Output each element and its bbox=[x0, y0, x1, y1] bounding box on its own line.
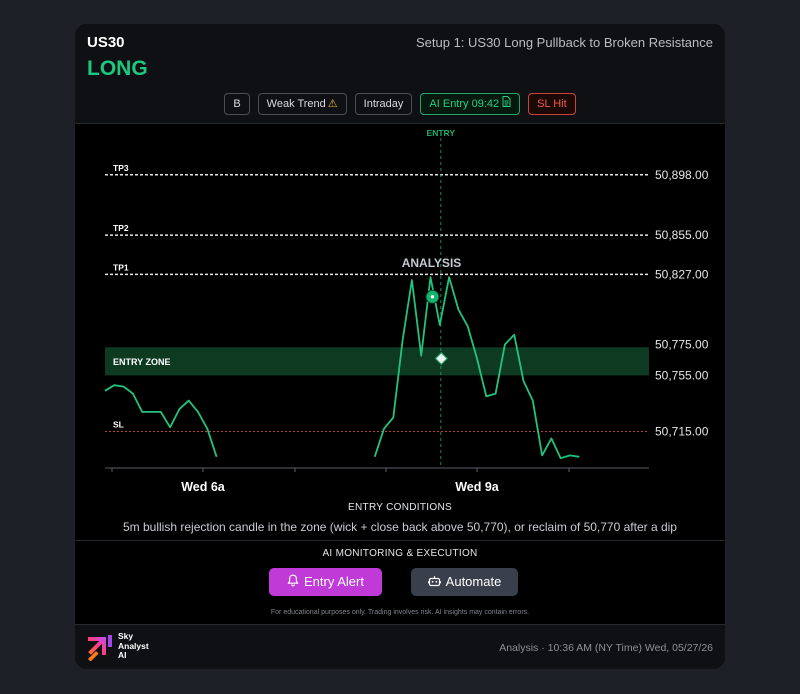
setup-title: Setup 1: US30 Long Pullback to Broken Re… bbox=[415, 35, 713, 50]
sl-hit-badge-label: SL Hit bbox=[537, 98, 567, 110]
timeframe-badge-label: Intraday bbox=[363, 98, 404, 110]
entry-zone-label: ENTRY ZONE bbox=[113, 357, 171, 367]
card-footer: Sky Analyst AI Analysis · 10:36 AM (NY T… bbox=[75, 625, 725, 669]
analysis-marker-dot bbox=[430, 295, 435, 299]
bell-icon bbox=[287, 569, 299, 597]
entry-alert-label: Entry Alert bbox=[304, 574, 364, 589]
document-icon bbox=[502, 96, 511, 110]
sl-price-label: 50,715.00 bbox=[655, 425, 709, 439]
entry-alert-button[interactable]: Entry Alert bbox=[269, 568, 382, 596]
tp1-price-label: 50,827.00 bbox=[655, 267, 709, 281]
trend-badge: Weak Trend ⚠ bbox=[257, 93, 347, 115]
disclaimer: For educational purposes only. Trading i… bbox=[270, 609, 530, 616]
warning-icon: ⚠ bbox=[327, 98, 338, 110]
direction-label: LONG bbox=[87, 57, 148, 80]
analysis-timestamp: Analysis · 10:36 AM (NY Time) Wed, 05/27… bbox=[499, 642, 713, 654]
entry-conditions-text: 5m bullish rejection candle in the zone … bbox=[123, 520, 677, 534]
timeframe-badge: Intraday bbox=[354, 93, 413, 115]
entry-marker-label: ENTRY bbox=[427, 128, 456, 138]
tp1-label: TP1 bbox=[113, 262, 129, 272]
automate-label: Automate bbox=[445, 574, 502, 589]
tp3-label: TP3 bbox=[113, 163, 129, 173]
sl-hit-badge: SL Hit bbox=[528, 93, 576, 115]
logo-line-3: AI bbox=[118, 650, 127, 660]
entry-conditions-title: ENTRY CONDITIONS bbox=[348, 502, 452, 513]
trend-badge-label: Weak Trend bbox=[266, 98, 326, 110]
zone_bottom-price-label: 50,755.00 bbox=[655, 368, 709, 382]
setup-card: US30 Setup 1: US30 Long Pullback to Brok… bbox=[75, 24, 725, 669]
logo-text: Sky Analyst AI bbox=[118, 631, 149, 661]
section-divider bbox=[75, 540, 725, 541]
sky-analyst-logo-icon bbox=[86, 633, 114, 662]
zone_top-price-label: 50,775.00 bbox=[655, 337, 709, 351]
badge-row: B Weak Trend ⚠ Intraday AI Entry 09:42 SL… bbox=[75, 93, 725, 115]
action-buttons: Entry Alert Automate bbox=[75, 568, 725, 596]
symbol-label: US30 bbox=[87, 34, 125, 51]
ai-entry-badge-label: AI Entry 09:42 bbox=[429, 98, 500, 110]
automate-button[interactable]: Automate bbox=[411, 568, 518, 596]
card-header: US30 Setup 1: US30 Long Pullback to Brok… bbox=[75, 24, 725, 124]
price-chart[interactable]: ENTRY ZONE TP3 50,898.00 TP2 50,855.00 TP1 50,… bbox=[75, 124, 725, 504]
analysis-marker-label: ANALYSIS bbox=[402, 256, 462, 270]
tp2-label: TP2 bbox=[113, 223, 129, 233]
x-tick-label-1: Wed 6a bbox=[181, 480, 226, 494]
grade-badge-label: B bbox=[233, 98, 241, 110]
monitoring-title: AI MONITORING & EXECUTION bbox=[322, 548, 478, 559]
robot-icon bbox=[427, 569, 441, 597]
tp3-price-label: 50,898.00 bbox=[655, 168, 709, 182]
sl-label: SL bbox=[113, 420, 124, 430]
tp2-price-label: 50,855.00 bbox=[655, 228, 709, 242]
grade-badge: B bbox=[224, 93, 250, 115]
x-tick-label-2: Wed 9a bbox=[455, 480, 500, 494]
ai-entry-badge[interactable]: AI Entry 09:42 bbox=[420, 93, 521, 115]
entry-zone-band bbox=[105, 347, 649, 376]
